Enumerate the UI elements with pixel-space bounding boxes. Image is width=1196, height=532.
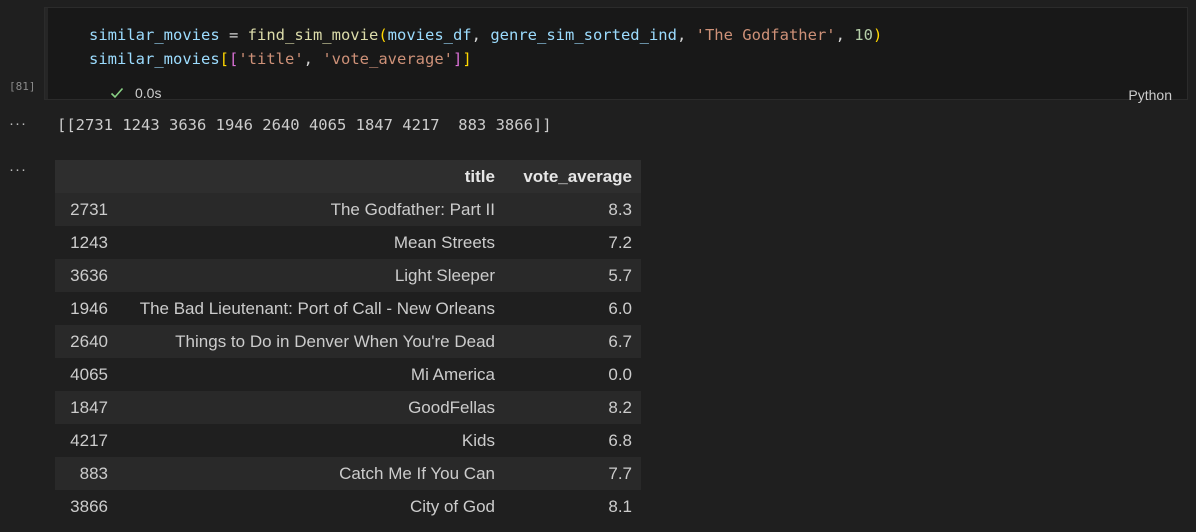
row-index: 1946 — [70, 298, 108, 318]
notebook-view: similar_movies = find_sim_movie(movies_d… — [0, 0, 1196, 532]
code-token: similar_movies — [89, 26, 220, 44]
cell-vote-average: 7.7 — [608, 463, 632, 483]
cell-title: Things to Do in Denver When You're Dead — [175, 331, 495, 351]
code-token: 'The Godfather' — [695, 26, 836, 44]
code-token: ] — [462, 50, 472, 68]
cell-title: The Godfather: Part II — [330, 199, 495, 219]
code-token: 10 — [854, 26, 873, 44]
code-token: [ — [219, 50, 229, 68]
check-icon — [109, 85, 125, 101]
table-row: 883 Catch Me If You Can 7.7 — [55, 457, 641, 490]
table-row: 3866 City of God 8.1 — [55, 490, 641, 523]
row-index: 3636 — [70, 265, 108, 285]
cell-vote-average: 6.0 — [608, 298, 632, 318]
dataframe-table: title vote_average 2731 The Godfather: P… — [55, 160, 641, 523]
ellipsis-icon[interactable]: ··· — [9, 115, 27, 132]
cell-vote-average: 6.7 — [608, 331, 632, 351]
table-row: 1946 The Bad Lieutenant: Port of Call - … — [55, 292, 641, 325]
row-index: 1243 — [70, 232, 108, 252]
cell-title: Light Sleeper — [394, 265, 495, 285]
code-token: find_sim_movie — [247, 26, 379, 44]
code-token: ] — [453, 50, 463, 68]
code-token: ) — [872, 26, 883, 44]
cell-title: Kids — [461, 430, 495, 450]
execution-status: 0.0s — [109, 85, 161, 101]
cell-title: Mi America — [410, 364, 495, 384]
cell-title: The Bad Lieutenant: Port of Call - New O… — [139, 298, 495, 318]
cell-vote-average: 8.3 — [608, 199, 632, 219]
row-index: 1847 — [70, 397, 108, 417]
cell-focus-bar — [45, 8, 48, 99]
column-header-title: title — [464, 166, 495, 186]
language-picker[interactable]: Python — [1128, 87, 1172, 103]
table-header-row: title vote_average — [55, 160, 641, 193]
row-index: 883 — [79, 463, 108, 483]
code-token: , — [835, 26, 855, 44]
row-index: 4065 — [70, 364, 108, 384]
cell-title: Mean Streets — [393, 232, 495, 252]
table-row: 4217 Kids 6.8 — [55, 424, 641, 457]
code-token: 'title' — [238, 50, 304, 68]
table-row: 4065 Mi America 0.0 — [55, 358, 641, 391]
table-row: 2640 Things to Do in Denver When You're … — [55, 325, 641, 358]
code-token: [ — [229, 50, 239, 68]
code-token: similar_movies — [89, 50, 220, 68]
table-row: 1847 GoodFellas 8.2 — [55, 391, 641, 424]
code-token: , — [303, 50, 323, 68]
code-line-1: similar_movies = find_sim_movie(movies_d… — [89, 26, 882, 44]
code-token: genre_sim_sorted_ind — [490, 26, 677, 44]
cell-vote-average: 8.1 — [608, 496, 632, 516]
cell-vote-average: 8.2 — [608, 397, 632, 417]
table-row: 2731 The Godfather: Part II 8.3 — [55, 193, 641, 226]
array-output: [[2731 1243 3636 1946 2640 4065 1847 421… — [57, 116, 552, 134]
code-token: ( — [378, 26, 388, 44]
row-index: 4217 — [70, 430, 108, 450]
row-index: 3866 — [70, 496, 108, 516]
row-index: 2640 — [70, 331, 108, 351]
table-row: 1243 Mean Streets 7.2 — [55, 226, 641, 259]
cell-vote-average: 5.7 — [608, 265, 632, 285]
code-token: , — [471, 26, 491, 44]
cell-title: GoodFellas — [408, 397, 495, 417]
execution-time: 0.0s — [135, 85, 162, 101]
code-cell[interactable]: similar_movies = find_sim_movie(movies_d… — [44, 7, 1188, 103]
table-row: 3636 Light Sleeper 5.7 — [55, 259, 641, 292]
code-token: 'vote_average' — [322, 50, 453, 68]
code-token: movies_df — [387, 26, 472, 44]
row-index: 2731 — [70, 199, 108, 219]
cell-vote-average: 6.8 — [608, 430, 632, 450]
cell-vote-average: 0.0 — [608, 364, 632, 384]
cell-title: Catch Me If You Can — [339, 463, 495, 483]
column-header-index — [55, 160, 120, 193]
code-token: , — [676, 26, 696, 44]
execution-count: [81] — [9, 80, 36, 93]
code-token: = — [219, 26, 248, 44]
cell-vote-average: 7.2 — [608, 232, 632, 252]
column-header-vote-average: vote_average — [523, 166, 632, 186]
cell-title: City of God — [409, 496, 495, 516]
code-editor[interactable]: similar_movies = find_sim_movie(movies_d… — [89, 23, 882, 71]
ellipsis-icon[interactable]: ··· — [9, 161, 27, 178]
code-line-2: similar_movies[['title', 'vote_average']… — [89, 50, 472, 68]
